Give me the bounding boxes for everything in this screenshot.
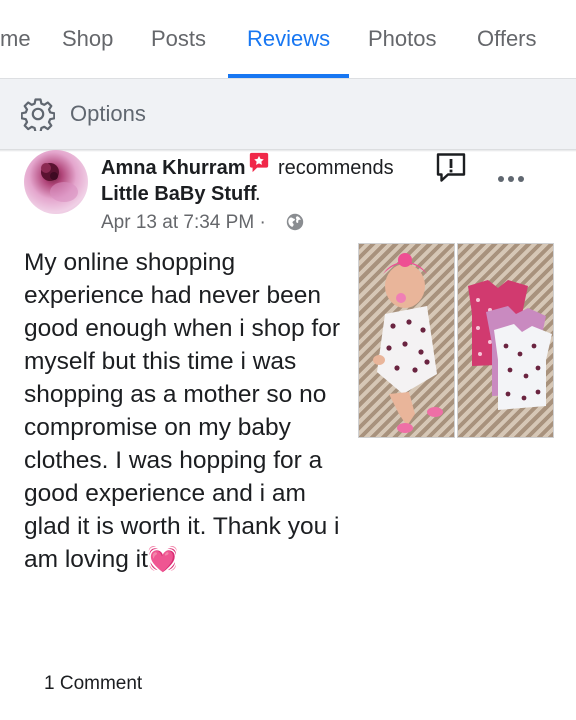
post-timestamp[interactable]: Apr 13 at 7:34 PM ·	[101, 212, 266, 234]
options-label[interactable]: Options	[70, 101, 146, 127]
beating-heart-emoji: 💓	[147, 546, 179, 573]
comment-count-link[interactable]: 1 Comment	[44, 673, 142, 695]
gear-icon[interactable]	[21, 97, 55, 131]
tab-home[interactable]: me	[0, 26, 31, 52]
more-options-icon[interactable]	[497, 174, 525, 184]
author-name[interactable]: Amna Khurram	[101, 157, 245, 180]
divider	[0, 149, 576, 152]
recommends-text: recommends	[278, 157, 394, 179]
recommendation-badge-icon	[249, 152, 269, 173]
tab-offers[interactable]: Offers	[477, 26, 537, 52]
baby-photo-image	[373, 253, 443, 433]
post-body-text: My online shopping experience had never …	[24, 249, 341, 573]
baby-clothes-photo[interactable]	[457, 243, 554, 438]
page-name-period: .	[255, 183, 261, 205]
tab-photos[interactable]: Photos	[368, 26, 437, 52]
globe-icon	[286, 213, 304, 231]
avatar[interactable]	[24, 150, 88, 214]
baby-in-romper-photo[interactable]	[358, 243, 455, 438]
avatar-image	[41, 163, 78, 202]
tab-reviews[interactable]: Reviews	[247, 26, 330, 52]
page-tab-bar: me Shop Posts Reviews Photos Offers	[0, 0, 576, 79]
tab-shop[interactable]: Shop	[62, 26, 113, 52]
separator-dot: ·	[259, 212, 266, 233]
active-tab-indicator	[228, 74, 349, 78]
page-name-link[interactable]: Little BaBy Stuff	[101, 183, 257, 206]
timestamp-text[interactable]: Apr 13 at 7:34 PM	[101, 212, 254, 233]
tab-posts[interactable]: Posts	[151, 26, 206, 52]
report-icon[interactable]	[435, 152, 467, 184]
post-text: My online shopping experience had never …	[24, 246, 344, 576]
clothes-photo-image	[468, 280, 552, 410]
